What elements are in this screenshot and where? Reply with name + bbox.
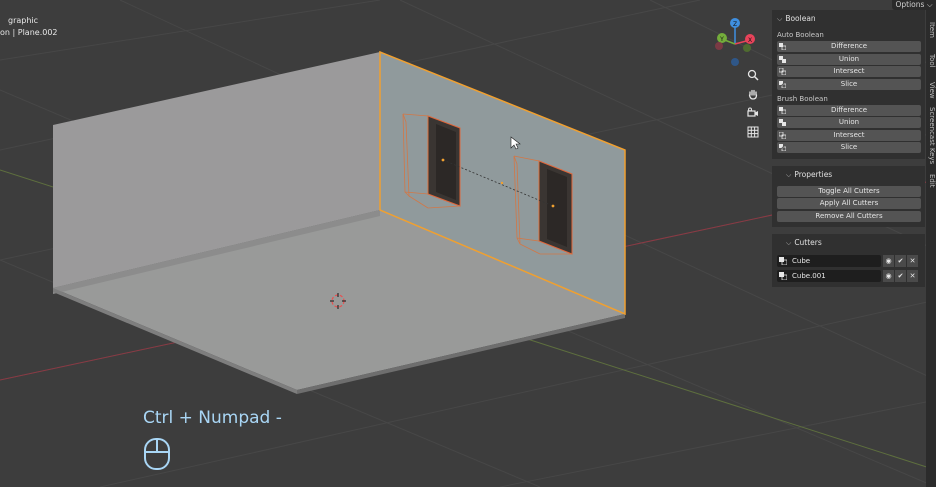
cutter-origin-1 (441, 158, 445, 162)
brush-union-label: Union (838, 118, 860, 126)
properties-section-header[interactable]: ⌵ Properties (772, 165, 925, 184)
auto-difference-label: Difference (830, 42, 868, 50)
cutter-name-label: Cube (792, 257, 811, 265)
sidebar-tabs: Item Tool View Screencast Keys Edit (926, 10, 936, 487)
tab-tool[interactable]: Tool (926, 48, 936, 74)
tab-item[interactable]: Item (926, 16, 936, 44)
brush-union-button[interactable]: Union (777, 117, 921, 128)
apply-all-cutters-label: Apply All Cutters (819, 199, 879, 207)
tab-view[interactable]: View (926, 77, 936, 103)
chevron-down-icon: ⌵ (786, 239, 792, 247)
viewport-view-name: graphic (8, 16, 39, 25)
boolean-union-icon (779, 119, 786, 126)
close-icon[interactable]: ✕ (907, 270, 918, 282)
brush-slice-label: Slice (840, 143, 858, 151)
cutter-name-field[interactable]: Cube.001 (777, 270, 881, 282)
boolean-intersect-icon (779, 68, 786, 75)
navigation-gizmo[interactable]: Z X Y (715, 18, 755, 66)
gizmo-y-label: Y (719, 36, 724, 43)
auto-union-label: Union (838, 54, 860, 63)
boolean-difference-icon (779, 257, 787, 265)
grid-icon[interactable] (744, 123, 762, 141)
boolean-difference-icon (779, 106, 786, 114)
apply-all-cutters-button[interactable]: Apply All Cutters (777, 198, 921, 209)
cutters-header-label: Cutters (794, 238, 822, 247)
cutters-section: ⌵ Cutters Cube ◉ ✔ ✕ Cube.001 ◉ ✔ ✕ (772, 234, 925, 287)
options-dropdown-button[interactable]: Options ⌵ (892, 0, 936, 10)
chevron-down-icon: ⌵ (926, 0, 933, 9)
boolean-sidebar-panel: ⌵ Boolean Auto Boolean Difference Union I… (772, 10, 925, 290)
cutter-origin-2 (551, 204, 555, 208)
toggle-all-cutters-label: Toggle All Cutters (818, 186, 880, 195)
cutter-row-cube[interactable]: Cube ◉ ✔ ✕ (777, 255, 921, 267)
remove-all-cutters-button[interactable]: Remove All Cutters (777, 210, 921, 222)
cutter-name-field[interactable]: Cube (777, 255, 881, 267)
cutters-midpoint (500, 181, 504, 185)
cutter-name-label: Cube.001 (792, 272, 826, 280)
checkmark-icon[interactable]: ✔ (895, 255, 906, 267)
cutter-row-cube-001[interactable]: Cube.001 ◉ ✔ ✕ (777, 270, 921, 282)
eye-icon[interactable]: ◉ (883, 255, 894, 267)
gizmo-x-label: X (748, 37, 752, 44)
auto-intersect-label: Intersect (833, 67, 865, 75)
brush-slice-button[interactable]: Slice (777, 142, 921, 153)
boolean-difference-icon (779, 43, 786, 50)
tab-screencast-keys[interactable]: Screencast Keys (926, 106, 936, 166)
remove-all-cutters-label: Remove All Cutters (815, 211, 883, 220)
auto-slice-label: Slice (840, 79, 858, 88)
brush-difference-button[interactable]: Difference (777, 104, 921, 116)
properties-section: ⌵ Properties Toggle All Cutters Apply All… (772, 165, 925, 227)
viewport-object-name: on | Plane.002 (0, 28, 58, 37)
viewport-navigation-tools (742, 66, 764, 142)
boolean-slice-icon (779, 80, 786, 88)
boolean-header-label: Boolean (785, 14, 816, 23)
boolean-section: ⌵ Boolean Auto Boolean Difference Union I… (772, 10, 925, 159)
chevron-down-icon: ⌵ (777, 15, 783, 23)
window-2-inner (547, 169, 567, 247)
brush-intersect-label: Intersect (833, 130, 865, 139)
camera-icon[interactable] (744, 104, 762, 122)
window-1-inner (436, 124, 456, 200)
gizmo-z-label: Z (733, 21, 737, 28)
options-label: Options (895, 0, 925, 9)
checkmark-icon[interactable]: ✔ (895, 270, 906, 282)
boolean-slice-icon (779, 144, 786, 151)
tab-edit[interactable]: Edit (926, 170, 936, 192)
eye-icon[interactable]: ◉ (883, 270, 894, 282)
auto-boolean-label: Auto Boolean (777, 31, 824, 39)
cutters-section-header[interactable]: ⌵ Cutters (772, 234, 925, 252)
auto-union-button[interactable]: Union (777, 53, 921, 65)
auto-difference-button[interactable]: Difference (777, 41, 921, 52)
mouse-icon (144, 438, 170, 470)
brush-intersect-button[interactable]: Intersect (777, 129, 921, 141)
auto-slice-button[interactable]: Slice (777, 78, 921, 90)
boolean-union-icon (779, 55, 786, 63)
hand-pan-icon[interactable] (744, 85, 762, 103)
boolean-intersect-icon (779, 131, 786, 139)
properties-header-label: Properties (794, 169, 833, 179)
chevron-down-icon: ⌵ (786, 170, 792, 179)
brush-boolean-label: Brush Boolean (777, 94, 828, 103)
toggle-all-cutters-button[interactable]: Toggle All Cutters (777, 185, 921, 197)
screencast-shortcut-text: Ctrl + Numpad - (143, 408, 282, 428)
boolean-section-header[interactable]: ⌵ Boolean (772, 10, 925, 28)
boolean-difference-icon (779, 272, 787, 280)
brush-difference-label: Difference (830, 105, 868, 114)
zoom-icon[interactable] (744, 66, 762, 84)
auto-intersect-button[interactable]: Intersect (777, 66, 921, 77)
close-icon[interactable]: ✕ (907, 255, 918, 267)
